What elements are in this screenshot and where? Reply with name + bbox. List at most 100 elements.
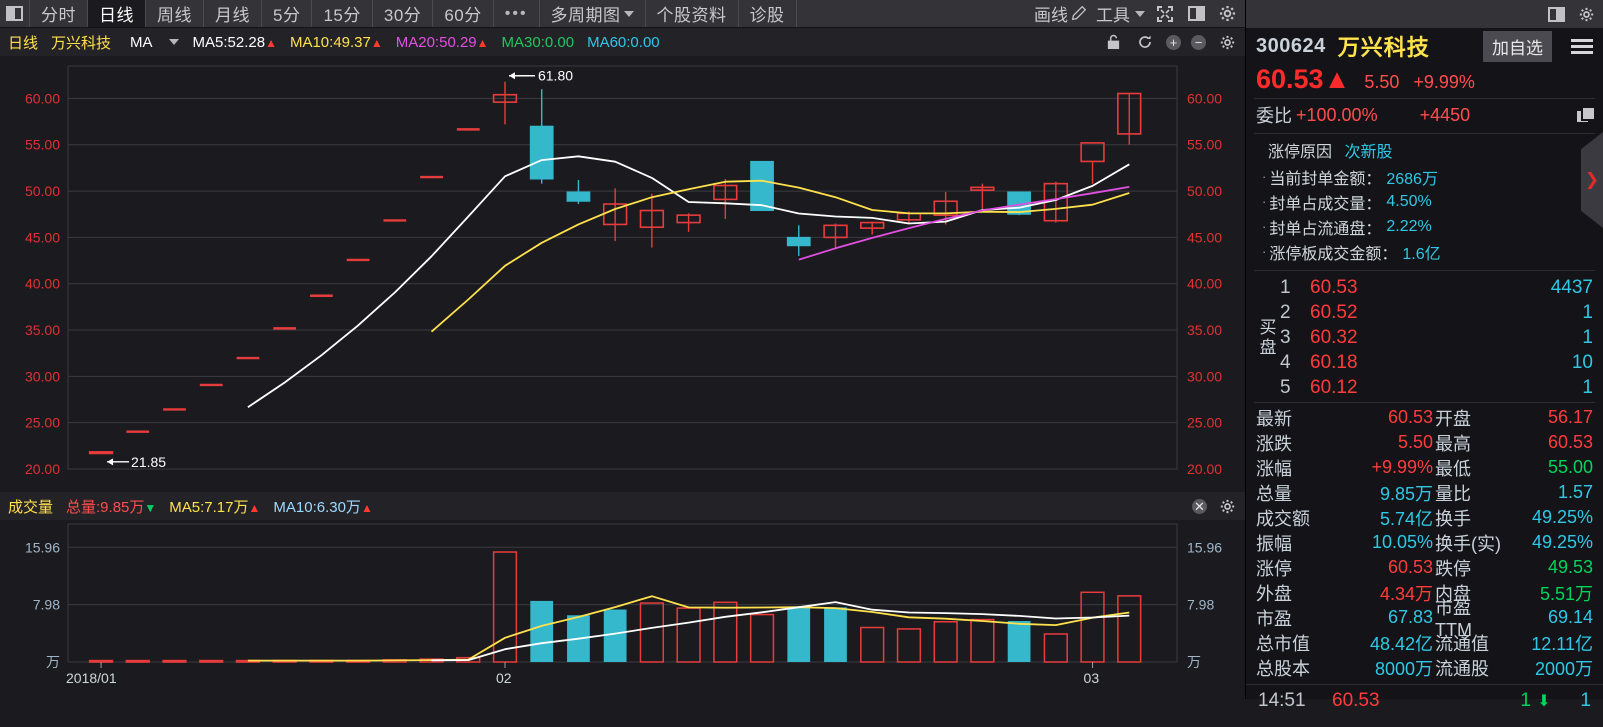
table-row[interactable]: 2 60.52 1 xyxy=(1280,300,1593,325)
volume-total: 总量:9.85万▼ xyxy=(66,498,157,516)
bid-volume: 1 xyxy=(1582,376,1593,398)
table-row: 涨幅 +9.99% 最低 55.00 xyxy=(1256,455,1593,480)
tab-label: 周线 xyxy=(157,6,192,25)
tab-label: 多周期图 xyxy=(550,6,621,25)
bullet-icon: · xyxy=(1262,244,1267,259)
refresh-icon[interactable] xyxy=(1134,31,1156,53)
ma-selector-label[interactable]: MA xyxy=(130,34,153,51)
stat-value: 49.53 xyxy=(1547,557,1593,577)
stock-code: 300624 xyxy=(1256,34,1326,57)
detail-value: 4.50% xyxy=(1386,192,1432,210)
detail-value: 2686万 xyxy=(1386,170,1438,188)
indicator-period: 日线 xyxy=(8,34,39,52)
weibi-row: 委比 +100.00% +4450 xyxy=(1246,99,1603,131)
pencil-icon xyxy=(1071,5,1087,21)
vol-y-tick-right: 万 xyxy=(1187,654,1201,670)
candlestick-chart[interactable]: 60.00 60.00 55.00 55.00 50.00 50.00 45.00 45.00… xyxy=(0,56,1245,547)
tab-60min[interactable]: 60分 xyxy=(433,0,494,27)
stat-label: 市盈 xyxy=(1256,608,1292,629)
close-icon[interactable]: ✕ xyxy=(1192,498,1207,514)
gear-icon[interactable] xyxy=(1216,3,1238,25)
tools-button[interactable]: 工具 xyxy=(1096,1,1145,26)
list-item: · 封单占流通盘： 2.22% xyxy=(1262,214,1593,239)
gear-icon[interactable] xyxy=(1216,495,1238,517)
table-row[interactable]: 4 60.18 10 xyxy=(1280,350,1593,375)
price-change: 5.50 xyxy=(1364,72,1400,92)
table-row: 最新 60.53 开盘 56.17 xyxy=(1256,405,1593,430)
indicator-stock-name: 万兴科技 xyxy=(51,34,112,52)
tick-price: 60.53 xyxy=(1332,689,1380,711)
tab-5min[interactable]: 5分 xyxy=(262,0,313,27)
ma10-text: MA10:49.37 xyxy=(289,33,371,51)
tab-label: 15分 xyxy=(323,6,361,25)
detail-label: 封单占成交量： xyxy=(1269,195,1382,213)
table-row[interactable]: 5 60.12 1 xyxy=(1280,375,1593,400)
quote-panel: 300624 万兴科技 加自选 60.53▲ 5.50 +9.99% 委比 +1… xyxy=(1245,0,1603,711)
tab-yuexian[interactable]: 月线 xyxy=(204,0,262,27)
arrow-down-icon: ⬇ xyxy=(1537,692,1551,710)
add-to-watchlist-button[interactable]: 加自选 xyxy=(1483,30,1552,62)
bid-level: 5 xyxy=(1280,376,1291,398)
bid-book-label: 买盘 xyxy=(1259,317,1277,357)
gear-icon[interactable] xyxy=(1575,3,1597,25)
tab-15min[interactable]: 15分 xyxy=(312,0,373,27)
tools-label: 工具 xyxy=(1096,6,1130,25)
stat-value: 5.74亿 xyxy=(1379,508,1433,529)
tab-zhouxian[interactable]: 周线 xyxy=(146,0,204,27)
menu-icon[interactable] xyxy=(1571,38,1593,54)
tab-label: 分时 xyxy=(41,6,76,25)
table-row[interactable]: 3 60.32 1 xyxy=(1280,325,1593,350)
stat-value: 49.25% xyxy=(1531,507,1593,527)
detail-label: 涨停板成交金额： xyxy=(1269,245,1398,263)
zoom-out-icon[interactable]: − xyxy=(1191,34,1206,50)
arrow-up-icon: ▲ xyxy=(248,500,261,515)
fullscreen-icon[interactable] xyxy=(1154,3,1176,25)
volume-title: 成交量 xyxy=(8,498,54,516)
tick-qty: 1 xyxy=(1520,689,1531,711)
reason-value[interactable]: 次新股 xyxy=(1344,144,1392,161)
tab-diagnose[interactable]: 诊股 xyxy=(739,0,797,27)
zoom-in-icon[interactable]: + xyxy=(1166,34,1181,50)
table-row: 涨停 60.53 跌停 49.53 xyxy=(1256,555,1593,580)
trading-app: 分时 日线 周线 月线 5分 15分 30分 60分 ••• 多周期图 个股资料… xyxy=(0,0,1603,727)
tab-multi-period[interactable]: 多周期图 xyxy=(540,0,646,27)
table-row: 成交额 5.74亿 换手 49.25% xyxy=(1256,505,1593,530)
volume-indicator-bar: 成交量 总量:9.85万▼ MA5:7.17万▲ MA10:6.30万▲ ✕ xyxy=(0,492,1245,520)
weibi-label: 委比 xyxy=(1256,106,1292,126)
volume-chart[interactable]: 15.96 15.96 7.98 7.98 万 万 2018/01 02 03 xyxy=(0,520,1245,727)
table-row: 市盈 67.83 市盈TTM 69.14 xyxy=(1256,598,1593,640)
y-axis-tick: 60.00 xyxy=(25,90,60,106)
table-row[interactable]: 1 60.53 4437 xyxy=(1280,275,1593,300)
tab-fenshi[interactable]: 分时 xyxy=(30,0,88,27)
lock-icon[interactable] xyxy=(1102,31,1124,53)
chevron-down-icon xyxy=(623,10,634,17)
bid-volume: 10 xyxy=(1571,351,1593,373)
list-item: · 封单占成交量： 4.50% xyxy=(1262,189,1593,214)
y-axis-tick-right: 55.00 xyxy=(1187,137,1222,153)
stat-value: 60.53 xyxy=(1547,432,1593,452)
layout-split-icon[interactable] xyxy=(1185,3,1207,25)
stat-value: 12.11亿 xyxy=(1531,633,1593,654)
tab-30min[interactable]: 30分 xyxy=(373,0,434,27)
bid-price: 60.32 xyxy=(1310,326,1358,348)
gear-icon[interactable] xyxy=(1216,31,1238,53)
stat-value: 69.14 xyxy=(1547,607,1593,627)
tab-rixian[interactable]: 日线 xyxy=(88,0,146,27)
y-axis-tick-right: 60.00 xyxy=(1187,90,1222,106)
y-axis-tick: 40.00 xyxy=(25,276,60,292)
bullet-icon: · xyxy=(1262,169,1267,184)
more-periods-button[interactable]: ••• xyxy=(494,0,540,27)
chevron-down-icon[interactable] xyxy=(168,39,179,45)
tab-label: 日线 xyxy=(99,6,134,25)
stat-label: 跌停 xyxy=(1435,558,1471,579)
y-axis-tick-right: 40.00 xyxy=(1187,276,1222,292)
ma30-value: MA30:0.00 xyxy=(501,33,575,51)
stat-label: 换手 xyxy=(1435,508,1471,529)
tab-stock-profile[interactable]: 个股资料 xyxy=(646,0,739,27)
copy-icon[interactable] xyxy=(1577,107,1594,123)
layout-split-icon[interactable] xyxy=(1545,3,1567,25)
draw-line-button[interactable]: 画线 xyxy=(1034,1,1087,26)
ma5-text: MA5:52.28 xyxy=(192,33,266,51)
x-axis-tick: 03 xyxy=(1084,670,1100,686)
panel-toggle-icon[interactable] xyxy=(0,0,30,27)
